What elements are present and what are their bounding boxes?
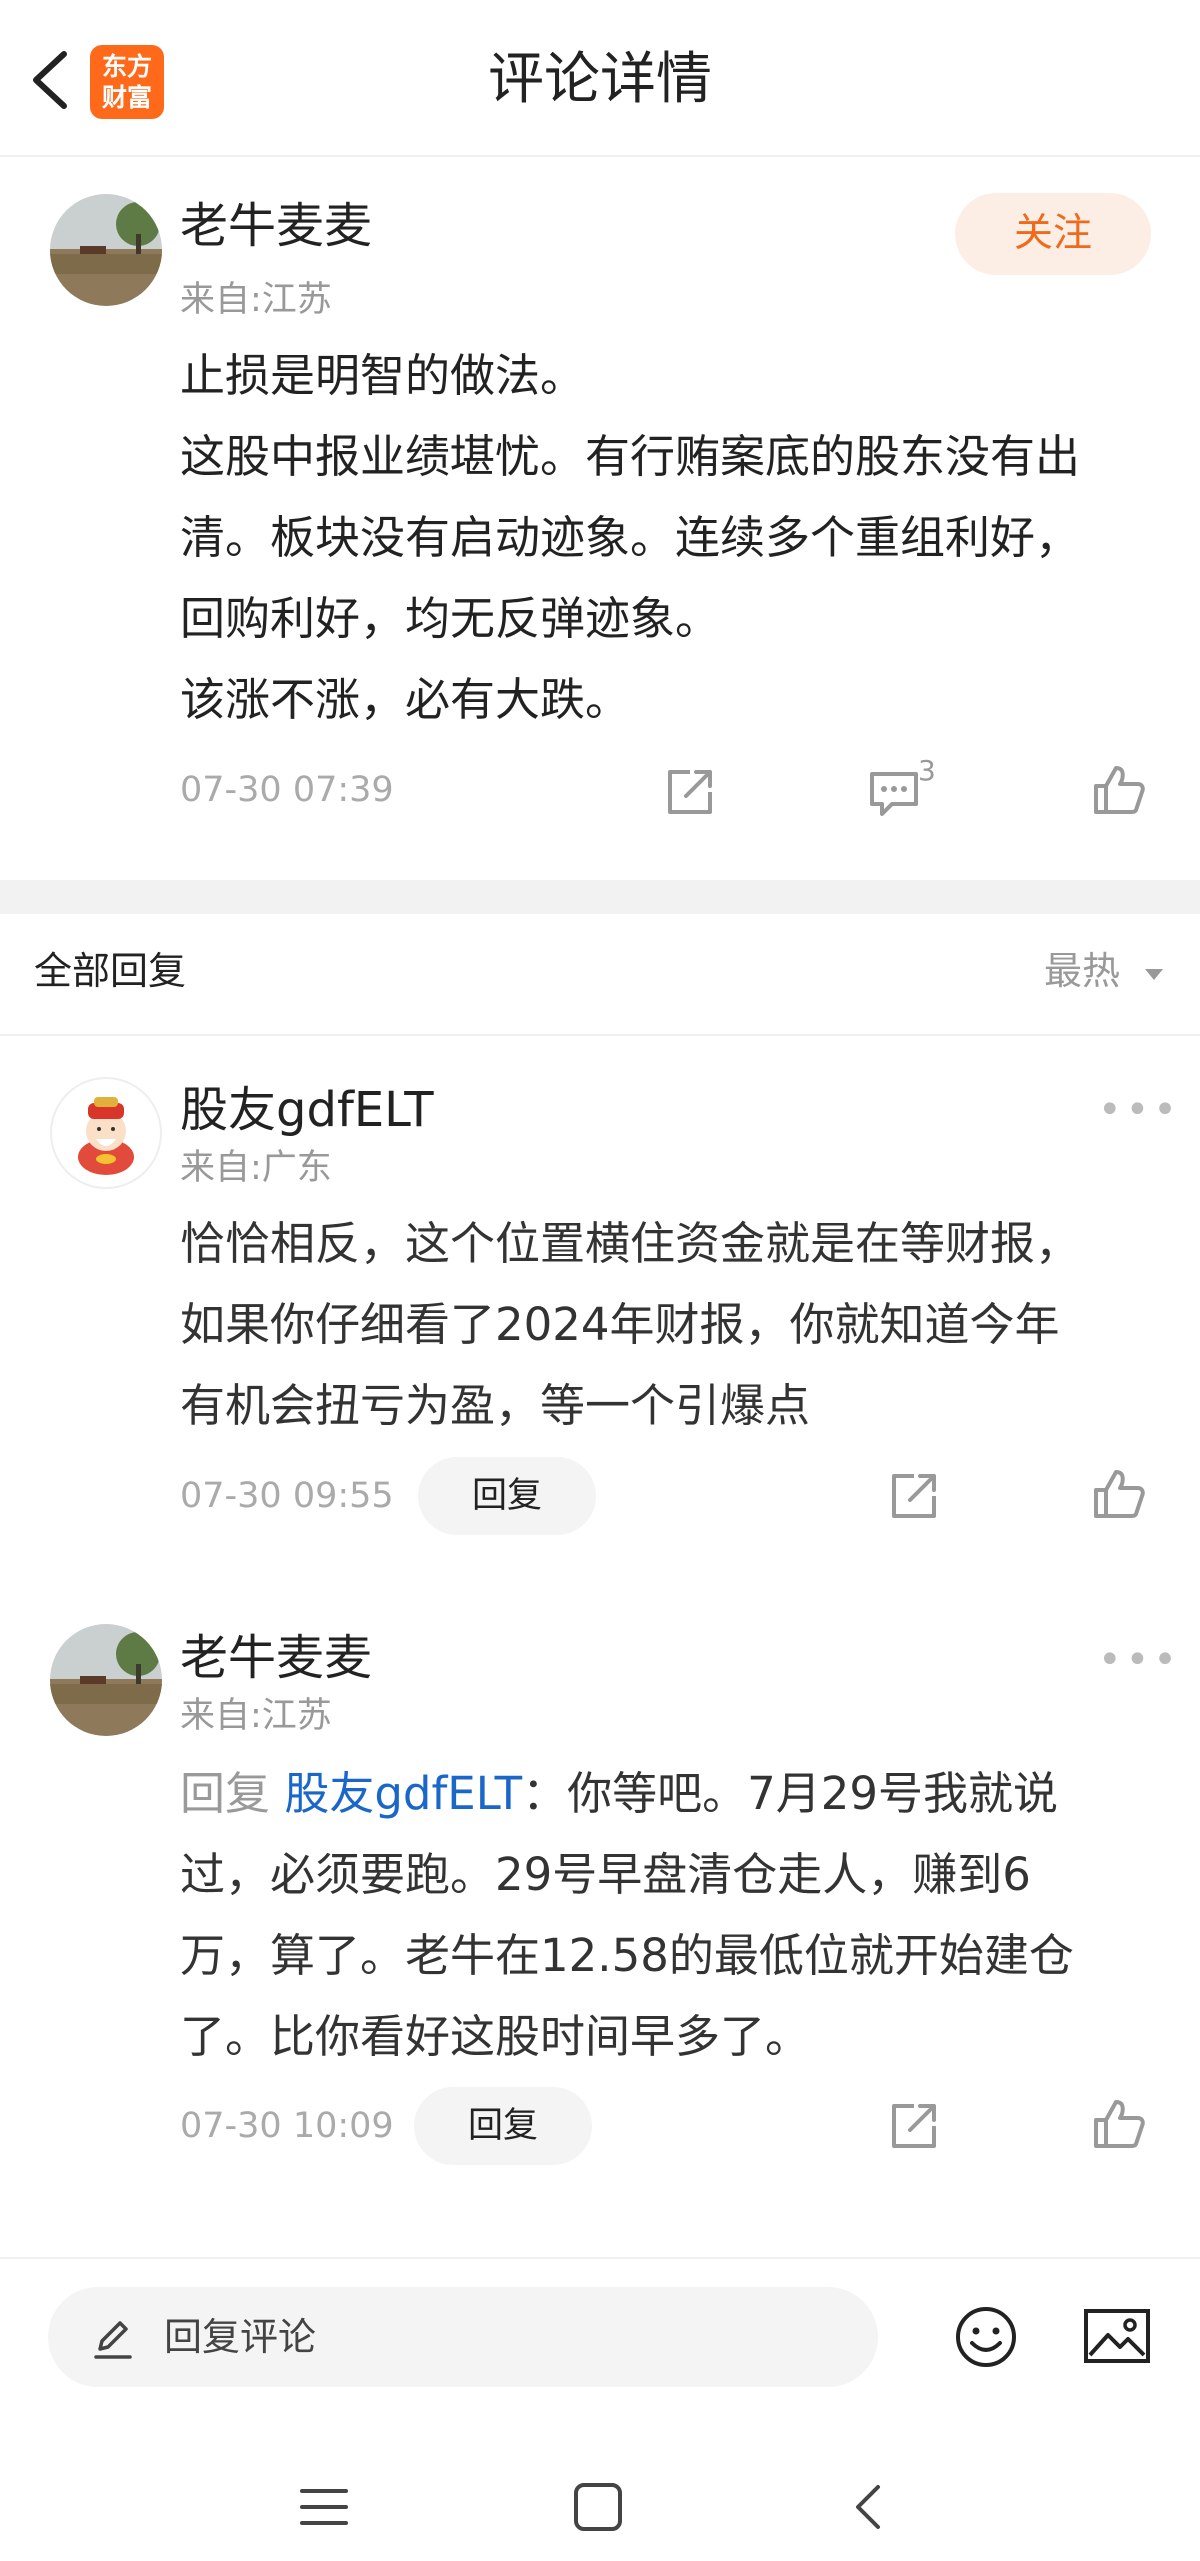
reply-author-name[interactable]: 老牛麦麦 <box>180 1628 372 1688</box>
reply-button[interactable]: 回复 <box>414 2087 592 2165</box>
share-icon <box>892 1474 936 1518</box>
home-button[interactable] <box>570 2479 626 2535</box>
image-button[interactable] <box>1082 2305 1152 2369</box>
avatar-landscape-image <box>50 194 162 306</box>
recent-apps-button[interactable] <box>296 2481 352 2533</box>
share-button[interactable] <box>884 1466 944 1524</box>
smiley-icon <box>956 2307 1016 2367</box>
more-dots-icon: ••• <box>1098 1637 1181 1683</box>
post-body-line: 止损是明智的做法。 <box>180 349 586 402</box>
share-button[interactable] <box>660 762 720 820</box>
square-icon <box>574 2483 622 2531</box>
post-time: 07-30 07:39 <box>180 770 394 810</box>
system-back-button[interactable] <box>846 2479 890 2535</box>
reply-body-line: 恰恰相反，这个位置横住资金就是在等财报， <box>180 1217 1081 1270</box>
all-replies-title: 全部回复 <box>34 949 187 993</box>
mention-link[interactable]: 股友gdfELT <box>284 1767 522 1820</box>
more-dots-icon: ••• <box>1098 1087 1181 1133</box>
more-options-button[interactable]: ••• <box>1098 1640 1181 1680</box>
reply-body-line: 过，必须要跑。29号早盘清仓走人，赚到6 <box>180 1848 1031 1901</box>
reply-button[interactable]: 回复 <box>418 1457 596 1535</box>
share-icon <box>668 770 712 814</box>
chevron-left-icon <box>856 2485 880 2529</box>
caret-down-icon <box>1145 969 1164 980</box>
reply-body-line: 如果你仔细看了2024年财报，你就知道今年 <box>180 1298 1060 1351</box>
pencil-icon <box>94 2321 132 2359</box>
thumbs-up-icon <box>1094 2100 1145 2148</box>
share-button[interactable] <box>884 2096 944 2154</box>
reply-time: 07-30 10:09 <box>180 2106 394 2146</box>
avatar-landscape-image <box>50 1624 162 1736</box>
comment-button[interactable]: 3 <box>866 754 946 820</box>
reply-prefix: 回复 <box>180 1767 271 1820</box>
reply-body: 恰恰相反，这个位置横住资金就是在等财报， 如果你仔细看了2024年财报，你就知道… <box>180 1203 1180 1446</box>
avatar[interactable] <box>50 194 162 306</box>
avatar[interactable] <box>50 1624 162 1736</box>
section-divider <box>0 880 1200 914</box>
reply-author-name[interactable]: 股友gdfELT <box>180 1080 434 1140</box>
comment-icon <box>870 772 918 816</box>
page-title: 评论详情 <box>488 47 712 112</box>
thumbs-up-icon <box>1094 1470 1145 1518</box>
comment-count: 3 <box>918 754 936 787</box>
follow-button[interactable]: 关注 <box>955 193 1151 275</box>
post-body-line: 回购利好，均无反弹迹象。 <box>180 592 721 645</box>
emoji-button[interactable] <box>952 2303 1020 2371</box>
reply-body-line: 万，算了。老牛在12.58的最低位就开始建仓 <box>180 1929 1074 1982</box>
like-button[interactable] <box>1088 760 1148 820</box>
bottom-bar: 回复评论 <box>0 2257 1200 2561</box>
image-icon <box>1084 2309 1150 2363</box>
reply-first-line-text: ：你等吧。7月29号我就说 <box>522 1767 1059 1820</box>
like-button[interactable] <box>1088 2094 1148 2154</box>
sort-dropdown[interactable]: 最热 <box>1044 946 1166 996</box>
sort-label: 最热 <box>1044 949 1121 993</box>
more-options-button[interactable]: ••• <box>1098 1090 1181 1130</box>
reply-location: 来自:广东 <box>180 1148 332 1188</box>
post-body-line: 该涨不涨，必有大跌。 <box>180 673 631 726</box>
menu-icon <box>300 2489 348 2525</box>
top-bar: 东方 财富 评论详情 <box>0 0 1200 157</box>
post-body-line: 清。板块没有启动迹象。连续多个重组利好， <box>180 511 1081 564</box>
reply-body-line: 回复 股友gdfELT：你等吧。7月29号我就说 <box>180 1753 1180 1834</box>
reply-input-placeholder: 回复评论 <box>164 2315 317 2359</box>
post-location: 来自:江苏 <box>180 280 332 320</box>
like-button[interactable] <box>1088 1464 1148 1524</box>
post-body: 止损是明智的做法。 这股中报业绩堪忧。有行贿案底的股东没有出 清。板块没有启动迹… <box>180 335 1170 740</box>
divider <box>0 1034 1200 1036</box>
caishen-avatar-image <box>78 1097 134 1175</box>
share-icon <box>892 2104 936 2148</box>
reply-body: 回复 股友gdfELT：你等吧。7月29号我就说 过，必须要跑。29号早盘清仓走… <box>180 1753 1180 2077</box>
reply-location: 来自:江苏 <box>180 1696 332 1736</box>
thumbs-up-icon <box>1094 766 1145 814</box>
post-author-name[interactable]: 老牛麦麦 <box>180 196 372 256</box>
reply-body-line: 有机会扭亏为盈，等一个引爆点 <box>180 1379 811 1432</box>
reply-time: 07-30 09:55 <box>180 1476 394 1516</box>
post-body-line: 这股中报业绩堪忧。有行贿案底的股东没有出 <box>180 430 1081 483</box>
reply-body-line: 了。比你看好这股时间早多了。 <box>180 2010 811 2063</box>
reply-input[interactable]: 回复评论 <box>48 2287 878 2387</box>
avatar[interactable] <box>50 1077 162 1189</box>
